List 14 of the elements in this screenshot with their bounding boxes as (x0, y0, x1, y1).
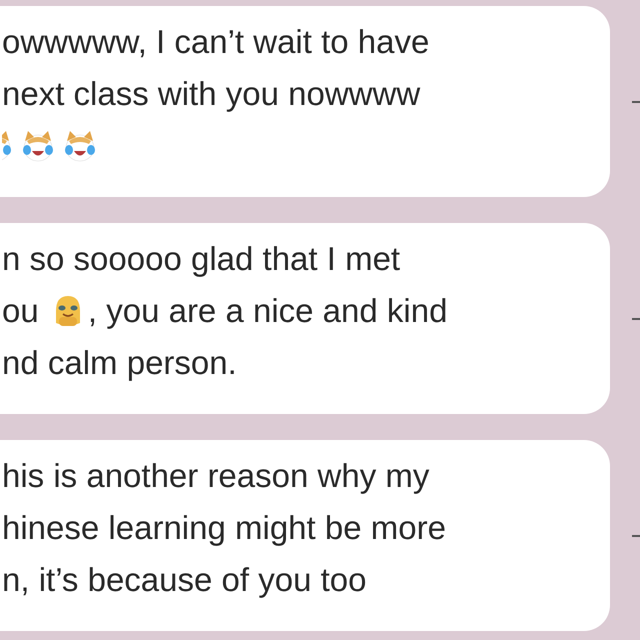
timestamp-mark (632, 100, 640, 102)
message-text: next class with you nowwww (2, 75, 420, 113)
timestamp-mark (632, 318, 640, 320)
timestamp-mark (632, 534, 640, 536)
message-text: ou (2, 292, 40, 330)
message-text: n, it’s because of you too (2, 561, 366, 599)
message-text: nd calm person. (2, 344, 237, 382)
message-text: hinese learning might be more (2, 509, 446, 547)
message-text: his is another reason why my (2, 457, 430, 495)
crying-cat-emoji-icon (62, 129, 98, 163)
crying-cat-emoji-icon (20, 129, 56, 163)
message-text: n so sooooo glad that I met (2, 240, 400, 278)
message-text: owwwww, I can’t wait to have (2, 23, 430, 61)
message-text: , you are a nice and kind (88, 292, 448, 330)
